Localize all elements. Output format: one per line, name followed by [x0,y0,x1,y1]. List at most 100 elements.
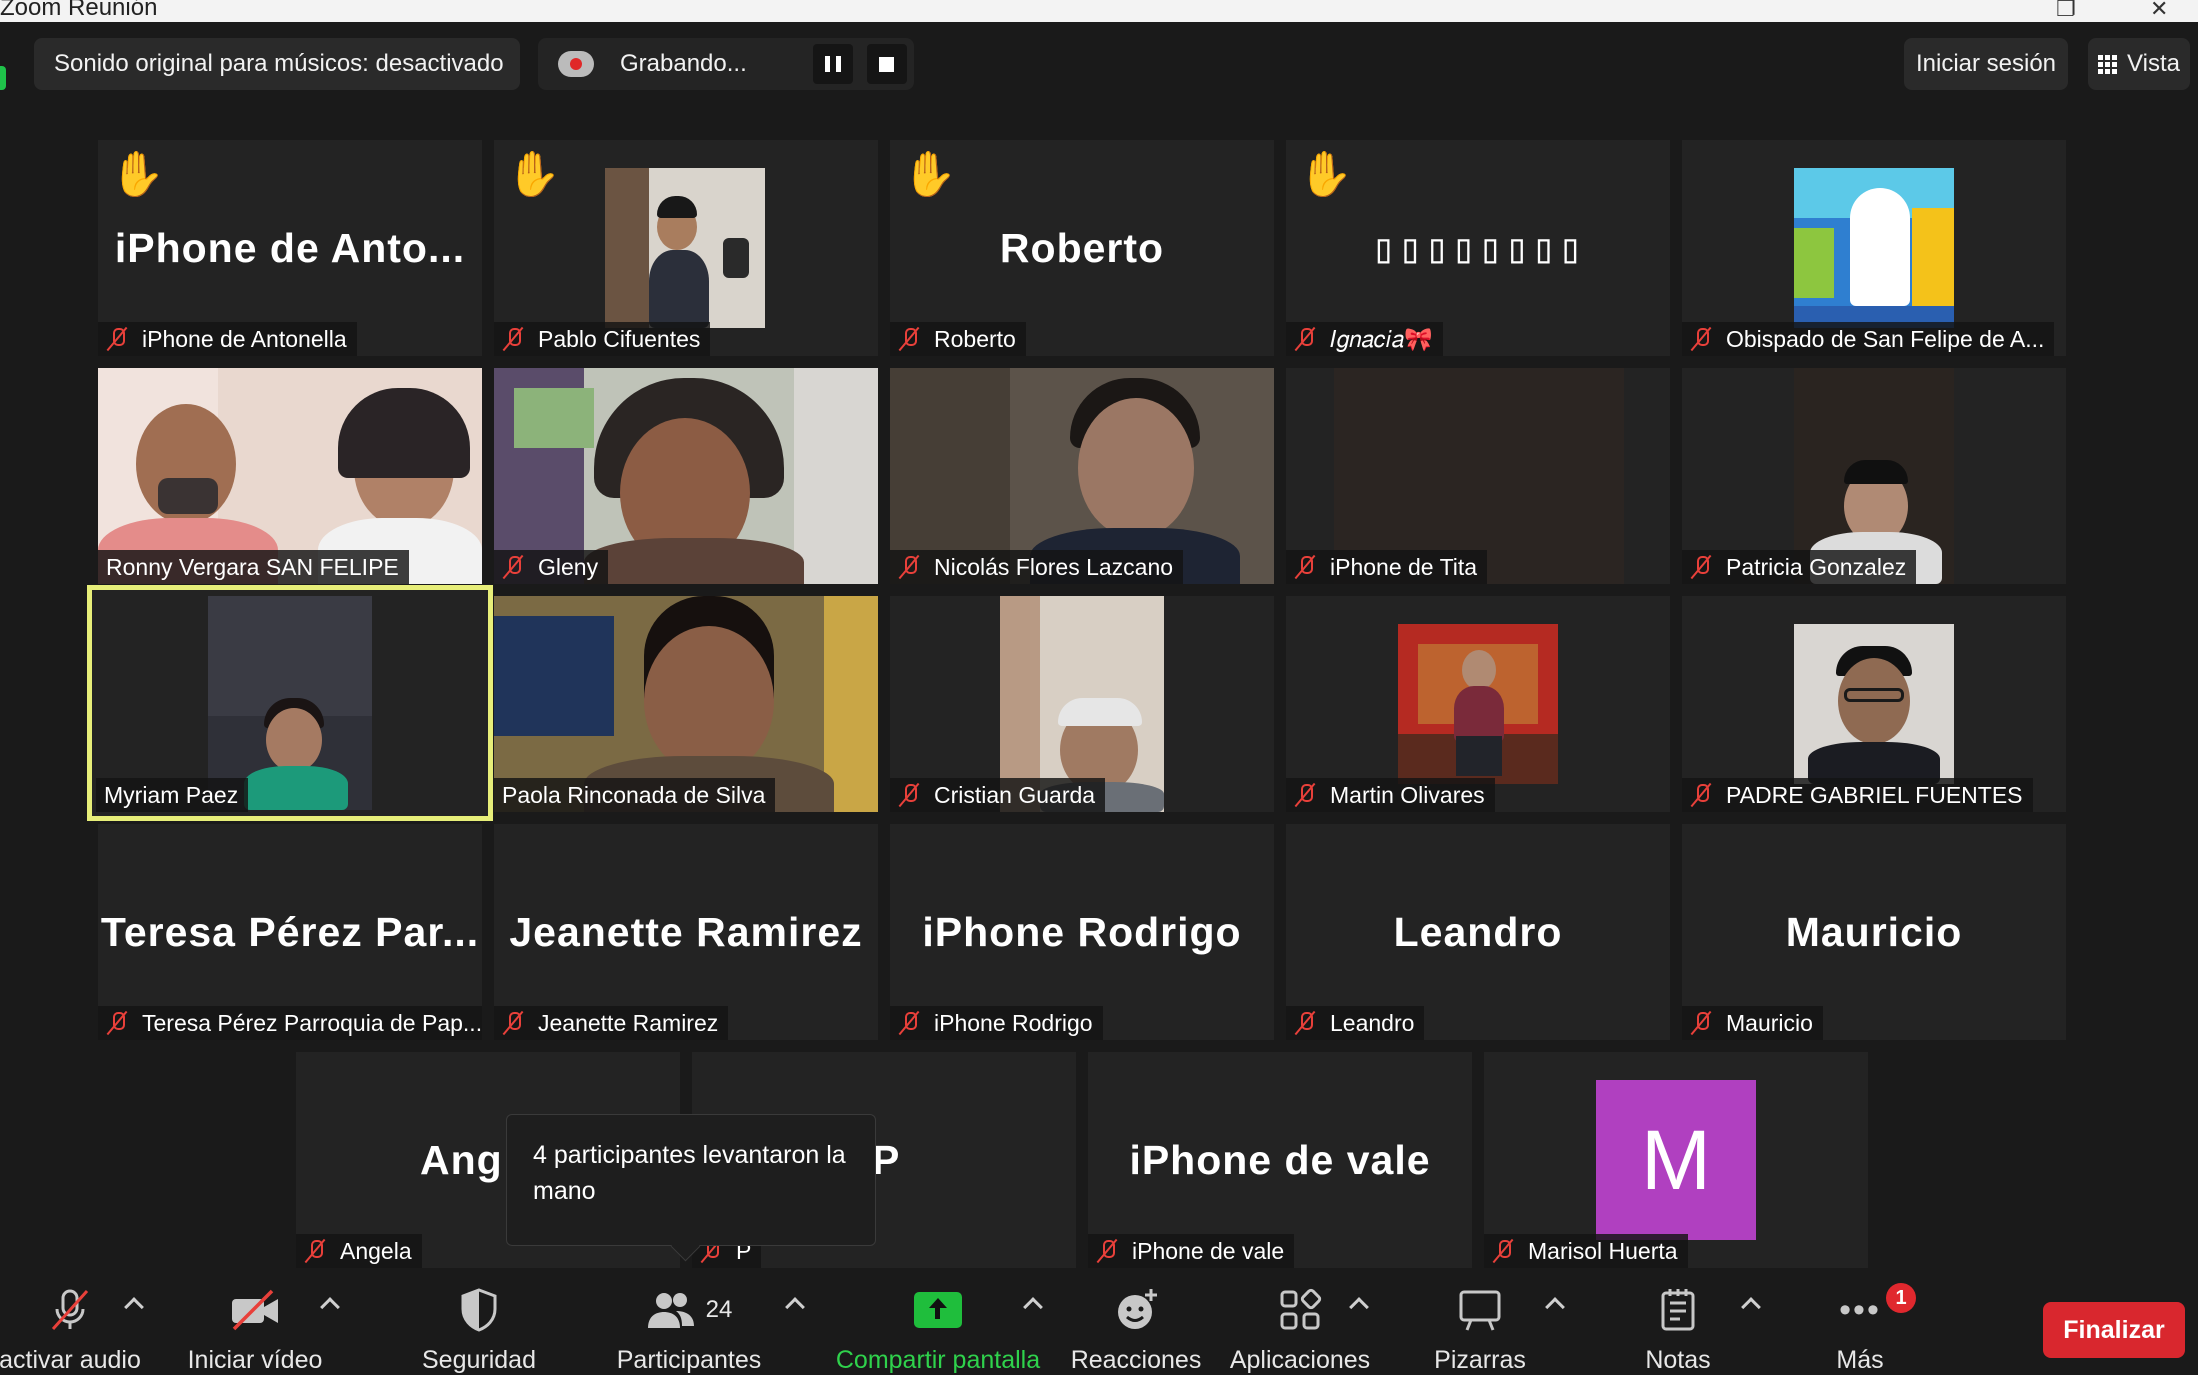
notes-options-caret[interactable] [1741,1297,1761,1317]
participant-tile[interactable]: Martin Olivares [1286,596,1670,812]
recording-label: Grabando... [620,50,747,77]
mic-muted-icon [1294,326,1316,352]
original-sound-button[interactable]: Sonido original para músicos: desactivad… [34,38,520,90]
window-title: Zoom Reunión [0,0,158,21]
original-sound-label: Sonido original para músicos: desactivad… [54,50,504,77]
participant-name-label: Paola Rinconada de Silva [494,778,776,812]
sign-in-button[interactable]: Iniciar sesión [1904,38,2068,90]
participant-video [605,168,765,328]
participant-name-label: Mauricio [1682,1006,1823,1040]
participant-tile[interactable]: ✋ Roberto Roberto [890,140,1274,356]
participant-name: Gleny [538,553,599,580]
mic-muted-icon [1690,1010,1712,1036]
participant-name-label: iPhone de Antonella [98,322,357,356]
participants-options-caret[interactable] [785,1297,805,1317]
mic-muted-icon [898,554,920,580]
participant-tile[interactable]: Teresa Pérez Par... Teresa Pérez Parroqu… [98,824,482,1040]
participant-tile[interactable]: Patricia Gonzalez [1682,368,2066,584]
participant-avatar: M [1596,1080,1756,1240]
whiteboards-button[interactable]: Pizarras [1428,1284,1532,1375]
share-screen-icon [914,1284,962,1336]
mic-muted-icon [502,326,524,352]
security-status-icon[interactable] [0,66,6,90]
apps-icon [1278,1284,1322,1336]
mic-muted-icon [1690,554,1712,580]
stop-recording-button[interactable] [866,44,907,84]
participant-name: iPhone de Tita [1330,553,1478,580]
recording-indicator: Grabando... [538,38,914,90]
avatar-letter: M [1641,1112,1711,1207]
view-button[interactable]: Vista [2088,38,2190,90]
participant-name-label: iPhone de vale [1088,1234,1295,1268]
participant-name: 𝐼𝑔𝑛𝑎𝑐𝑖𝑎🎀 [1330,325,1433,352]
participant-tile[interactable]: iPhone de vale iPhone de vale [1088,1052,1472,1268]
apps-button[interactable]: Aplicaciones [1230,1284,1370,1375]
mic-muted-icon [502,1010,524,1036]
mic-muted-icon [1294,782,1316,808]
participant-tile[interactable]: Paola Rinconada de Silva [494,596,878,812]
participant-name: Obispado de San Felipe de A... [1726,325,2045,352]
participant-name-label: iPhone de Tita [1286,550,1488,584]
participant-name: iPhone de Antonella [142,325,347,352]
participant-name-label: Angela [296,1234,422,1268]
participant-name: Leandro [1330,1009,1415,1036]
raised-hand-icon: ✋ [506,150,561,199]
restore-icon[interactable]: ❐ [2056,0,2076,22]
participant-name: Martin Olivares [1330,781,1485,808]
participant-name-label: iPhone Rodrigo [890,1006,1103,1040]
participant-tile[interactable]: Nicolás Flores Lazcano [890,368,1274,584]
participant-name: Myriam Paez [104,781,239,808]
more-label: Más [1836,1346,1884,1374]
participant-name: Teresa Pérez Parroquia de Pap... [142,1009,482,1036]
end-meeting-button[interactable]: Finalizar [2043,1302,2185,1358]
participant-video [1794,624,1954,784]
start-video-button[interactable]: Iniciar vídeo [184,1284,326,1375]
sign-in-label: Iniciar sesión [1915,50,2057,77]
participant-tile[interactable]: Jeanette Ramirez Jeanette Ramirez [494,824,878,1040]
participant-name-label: Leandro [1286,1006,1425,1040]
video-label: Iniciar vídeo [187,1346,323,1374]
reactions-button[interactable]: Reacciones [1071,1284,1201,1375]
mic-muted-icon [1690,326,1712,352]
participants-icon-group: 24 [646,1284,732,1336]
participant-tile[interactable]: ✋ iPhone de Anto... iPhone de Antonella [98,140,482,356]
participant-tile[interactable]: PADRE GABRIEL FUENTES [1682,596,2066,812]
more-notification-badge: 1 [1886,1283,1916,1313]
participant-tile[interactable]: Ronny Vergara SAN FELIPE [98,368,482,584]
participant-tile[interactable]: Mauricio Mauricio [1682,824,2066,1040]
notes-label: Notas [1645,1346,1711,1374]
whiteboards-label: Pizarras [1434,1346,1526,1374]
close-icon[interactable]: ✕ [2150,0,2168,22]
participant-tile[interactable]: M Marisol Huerta [1484,1052,1868,1268]
participant-tile[interactable]: iPhone Rodrigo iPhone Rodrigo [890,824,1274,1040]
participant-name-label: Martin Olivares [1286,778,1495,812]
mic-muted-icon [1690,782,1712,808]
participant-logo-image [1794,168,1954,328]
mic-muted-icon [502,554,524,580]
participant-name-label: Obispado de San Felipe de A... [1682,322,2055,356]
apps-label: Aplicaciones [1229,1346,1371,1374]
participant-name-label: Marisol Huerta [1484,1234,1688,1268]
participants-button[interactable]: 24 Participantes [616,1284,762,1375]
participant-name: Angela [340,1237,412,1264]
participant-tile[interactable]: ✋ Pablo Cifuentes [494,140,878,356]
participant-tile[interactable]: iPhone de Tita [1286,368,1670,584]
participant-tile[interactable]: Cristian Guarda [890,596,1274,812]
notes-button[interactable]: Notas [1632,1284,1724,1375]
participant-name: iPhone de vale [1132,1237,1285,1264]
whiteboards-options-caret[interactable] [1545,1297,1565,1317]
unmute-audio-button[interactable]: activar audio [0,1284,141,1375]
participant-name: Marisol Huerta [1528,1237,1678,1264]
participant-tile[interactable]: Leandro Leandro [1286,824,1670,1040]
participant-tile[interactable]: ✋ ▯▯▯▯▯▯▯▯ 𝐼𝑔𝑛𝑎𝑐𝑖𝑎🎀 [1286,140,1670,356]
share-screen-button[interactable]: Compartir pantalla [832,1284,1044,1375]
participant-tile[interactable]: Obispado de San Felipe de A... [1682,140,2066,356]
active-speaker-tile[interactable]: Myriam Paez [87,585,493,821]
participant-name-label: Jeanette Ramirez [494,1006,729,1040]
people-icon [647,1293,694,1328]
participant-tile[interactable]: Gleny [494,368,878,584]
mic-muted-icon [898,1010,920,1036]
pause-recording-button[interactable] [812,44,853,84]
microphone-muted-icon [47,1284,93,1336]
security-button[interactable]: Seguridad [418,1284,540,1375]
